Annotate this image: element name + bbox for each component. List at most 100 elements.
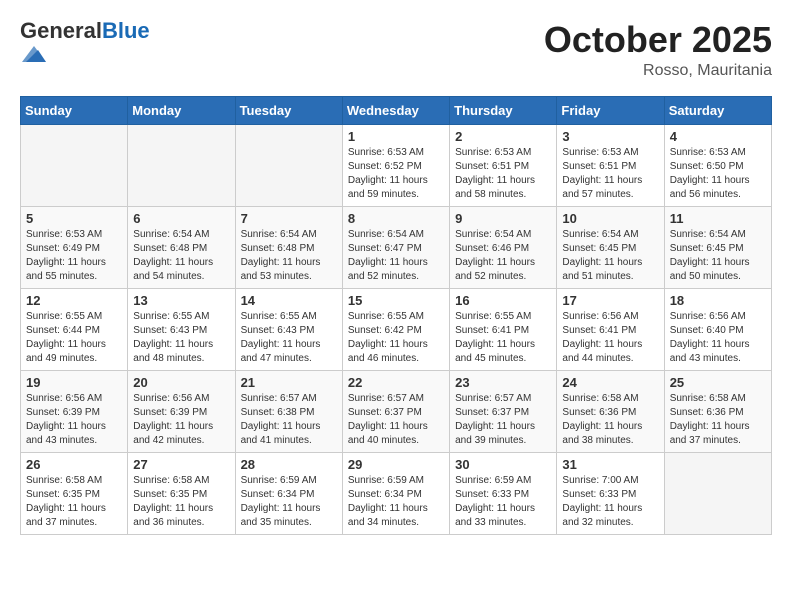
calendar-cell xyxy=(21,124,128,206)
calendar-cell: 28Sunrise: 6:59 AM Sunset: 6:34 PM Dayli… xyxy=(235,452,342,534)
weekday-header-thursday: Thursday xyxy=(450,96,557,124)
calendar-cell: 10Sunrise: 6:54 AM Sunset: 6:45 PM Dayli… xyxy=(557,206,664,288)
logo: GeneralBlue xyxy=(20,20,150,71)
calendar: SundayMondayTuesdayWednesdayThursdayFrid… xyxy=(20,96,772,535)
day-info: Sunrise: 6:57 AM Sunset: 6:37 PM Dayligh… xyxy=(348,392,444,448)
calendar-cell: 12Sunrise: 6:55 AM Sunset: 6:44 PM Dayli… xyxy=(21,288,128,370)
calendar-cell: 2 Sunrise: 6:53 AM Sunset: 6:51 PM Daylig… xyxy=(450,124,557,206)
calendar-cell: 29 Sunrise: 6:59 AM Sunset: 6:34 PM Dayli… xyxy=(342,452,449,534)
calendar-cell: 16 Sunrise: 6:55 AM Sunset: 6:41 PM Dayli… xyxy=(450,288,557,370)
day-number: 8 xyxy=(348,211,444,226)
day-info: Sunrise: 6:55 AM Sunset: 6:43 PM Dayligh… xyxy=(133,310,229,366)
day-number: 1 xyxy=(348,129,444,144)
day-info: Sunrise: 6:53 AM Sunset: 6:50 PM Dayligh… xyxy=(670,146,766,202)
logo-blue: Blue xyxy=(102,18,150,43)
calendar-cell: 27 Sunrise: 6:58 AM Sunset: 6:35 PM Dayli… xyxy=(128,452,235,534)
day-info: Sunrise: 6:54 AM Sunset: 6:48 PM Dayligh… xyxy=(241,228,337,284)
weekday-header-wednesday: Wednesday xyxy=(342,96,449,124)
day-number: 2 xyxy=(455,129,551,144)
day-number: 15 xyxy=(348,293,444,308)
weekday-header-monday: Monday xyxy=(128,96,235,124)
day-info: Sunrise: 6:59 AM Sunset: 6:34 PM Dayligh… xyxy=(348,474,444,530)
calendar-cell: 22 Sunrise: 6:57 AM Sunset: 6:37 PM Dayli… xyxy=(342,370,449,452)
day-number: 12 xyxy=(26,293,122,308)
calendar-cell xyxy=(664,452,771,534)
title-block: October 2025 Rosso, Mauritania xyxy=(544,20,772,80)
calendar-cell: 15 Sunrise: 6:55 AM Sunset: 6:42 PM Dayli… xyxy=(342,288,449,370)
calendar-cell: 19Sunrise: 6:56 AM Sunset: 6:39 PM Dayli… xyxy=(21,370,128,452)
day-number: 13 xyxy=(133,293,229,308)
calendar-cell: 31Sunrise: 7:00 AM Sunset: 6:33 PM Dayli… xyxy=(557,452,664,534)
week-row-1: 5 Sunrise: 6:53 AM Sunset: 6:49 PM Daylig… xyxy=(21,206,772,288)
weekday-header-friday: Friday xyxy=(557,96,664,124)
day-info: Sunrise: 6:58 AM Sunset: 6:36 PM Dayligh… xyxy=(562,392,658,448)
calendar-cell: 1 Sunrise: 6:53 AM Sunset: 6:52 PM Daylig… xyxy=(342,124,449,206)
day-number: 7 xyxy=(241,211,337,226)
day-number: 16 xyxy=(455,293,551,308)
day-info: Sunrise: 6:55 AM Sunset: 6:42 PM Dayligh… xyxy=(348,310,444,366)
logo-general: General xyxy=(20,18,102,43)
day-info: Sunrise: 6:57 AM Sunset: 6:38 PM Dayligh… xyxy=(241,392,337,448)
page: GeneralBlue October 2025 Rosso, Mauritan… xyxy=(0,0,792,545)
day-info: Sunrise: 6:56 AM Sunset: 6:39 PM Dayligh… xyxy=(133,392,229,448)
day-info: Sunrise: 6:54 AM Sunset: 6:48 PM Dayligh… xyxy=(133,228,229,284)
week-row-2: 12Sunrise: 6:55 AM Sunset: 6:44 PM Dayli… xyxy=(21,288,772,370)
calendar-cell: 4Sunrise: 6:53 AM Sunset: 6:50 PM Daylig… xyxy=(664,124,771,206)
day-number: 19 xyxy=(26,375,122,390)
day-number: 10 xyxy=(562,211,658,226)
weekday-header-row: SundayMondayTuesdayWednesdayThursdayFrid… xyxy=(21,96,772,124)
day-info: Sunrise: 6:54 AM Sunset: 6:46 PM Dayligh… xyxy=(455,228,551,284)
day-number: 20 xyxy=(133,375,229,390)
calendar-cell: 17 Sunrise: 6:56 AM Sunset: 6:41 PM Dayli… xyxy=(557,288,664,370)
week-row-3: 19 Sunrise: 6:56 AM Sunset: 6:39 PM Dayli… xyxy=(21,370,772,452)
calendar-cell: 24 Sunrise: 6:58 AM Sunset: 6:36 PM Dayli… xyxy=(557,370,664,452)
calendar-cell: 21Sunrise: 6:57 AM Sunset: 6:38 PM Dayli… xyxy=(235,370,342,452)
calendar-cell: 11Sunrise: 6:54 AM Sunset: 6:45 PM Dayli… xyxy=(664,206,771,288)
day-number: 3 xyxy=(562,129,658,144)
day-info: Sunrise: 6:53 AM Sunset: 6:51 PM Dayligh… xyxy=(562,146,658,202)
logo-text: GeneralBlue xyxy=(20,20,150,42)
day-info: Sunrise: 6:53 AM Sunset: 6:52 PM Dayligh… xyxy=(348,146,444,202)
calendar-cell: 7 Sunrise: 6:54 AM Sunset: 6:48 PM Daylig… xyxy=(235,206,342,288)
day-number: 24 xyxy=(562,375,658,390)
day-info: Sunrise: 6:56 AM Sunset: 6:41 PM Dayligh… xyxy=(562,310,658,366)
day-number: 6 xyxy=(133,211,229,226)
calendar-cell xyxy=(128,124,235,206)
day-info: Sunrise: 7:00 AM Sunset: 6:33 PM Dayligh… xyxy=(562,474,658,530)
weekday-header-tuesday: Tuesday xyxy=(235,96,342,124)
day-info: Sunrise: 6:55 AM Sunset: 6:43 PM Dayligh… xyxy=(241,310,337,366)
day-info: Sunrise: 6:57 AM Sunset: 6:37 PM Dayligh… xyxy=(455,392,551,448)
day-info: Sunrise: 6:58 AM Sunset: 6:35 PM Dayligh… xyxy=(133,474,229,530)
day-info: Sunrise: 6:55 AM Sunset: 6:41 PM Dayligh… xyxy=(455,310,551,366)
calendar-cell: 13 Sunrise: 6:55 AM Sunset: 6:43 PM Dayli… xyxy=(128,288,235,370)
day-info: Sunrise: 6:53 AM Sunset: 6:49 PM Dayligh… xyxy=(26,228,122,284)
weekday-header-sunday: Sunday xyxy=(21,96,128,124)
day-number: 29 xyxy=(348,457,444,472)
day-number: 14 xyxy=(241,293,337,308)
calendar-cell: 26Sunrise: 6:58 AM Sunset: 6:35 PM Dayli… xyxy=(21,452,128,534)
calendar-cell: 6 Sunrise: 6:54 AM Sunset: 6:48 PM Daylig… xyxy=(128,206,235,288)
day-info: Sunrise: 6:54 AM Sunset: 6:47 PM Dayligh… xyxy=(348,228,444,284)
week-row-0: 1 Sunrise: 6:53 AM Sunset: 6:52 PM Daylig… xyxy=(21,124,772,206)
calendar-cell: 18Sunrise: 6:56 AM Sunset: 6:40 PM Dayli… xyxy=(664,288,771,370)
day-number: 23 xyxy=(455,375,551,390)
day-info: Sunrise: 6:53 AM Sunset: 6:51 PM Dayligh… xyxy=(455,146,551,202)
location: Rosso, Mauritania xyxy=(544,62,772,80)
calendar-cell: 20 Sunrise: 6:56 AM Sunset: 6:39 PM Dayli… xyxy=(128,370,235,452)
calendar-cell: 25Sunrise: 6:58 AM Sunset: 6:36 PM Dayli… xyxy=(664,370,771,452)
day-number: 5 xyxy=(26,211,122,226)
day-number: 17 xyxy=(562,293,658,308)
logo-icon xyxy=(22,42,46,66)
calendar-cell xyxy=(235,124,342,206)
weekday-header-saturday: Saturday xyxy=(664,96,771,124)
calendar-cell: 14 Sunrise: 6:55 AM Sunset: 6:43 PM Dayli… xyxy=(235,288,342,370)
day-number: 26 xyxy=(26,457,122,472)
day-number: 27 xyxy=(133,457,229,472)
header: GeneralBlue October 2025 Rosso, Mauritan… xyxy=(20,20,772,80)
week-row-4: 26 Sunrise: 6:58 AM Sunset: 6:35 PM Dayli… xyxy=(21,452,772,534)
day-number: 30 xyxy=(455,457,551,472)
day-info: Sunrise: 6:54 AM Sunset: 6:45 PM Dayligh… xyxy=(670,228,766,284)
day-number: 22 xyxy=(348,375,444,390)
calendar-cell: 3 Sunrise: 6:53 AM Sunset: 6:51 PM Daylig… xyxy=(557,124,664,206)
calendar-cell: 23 Sunrise: 6:57 AM Sunset: 6:37 PM Dayli… xyxy=(450,370,557,452)
